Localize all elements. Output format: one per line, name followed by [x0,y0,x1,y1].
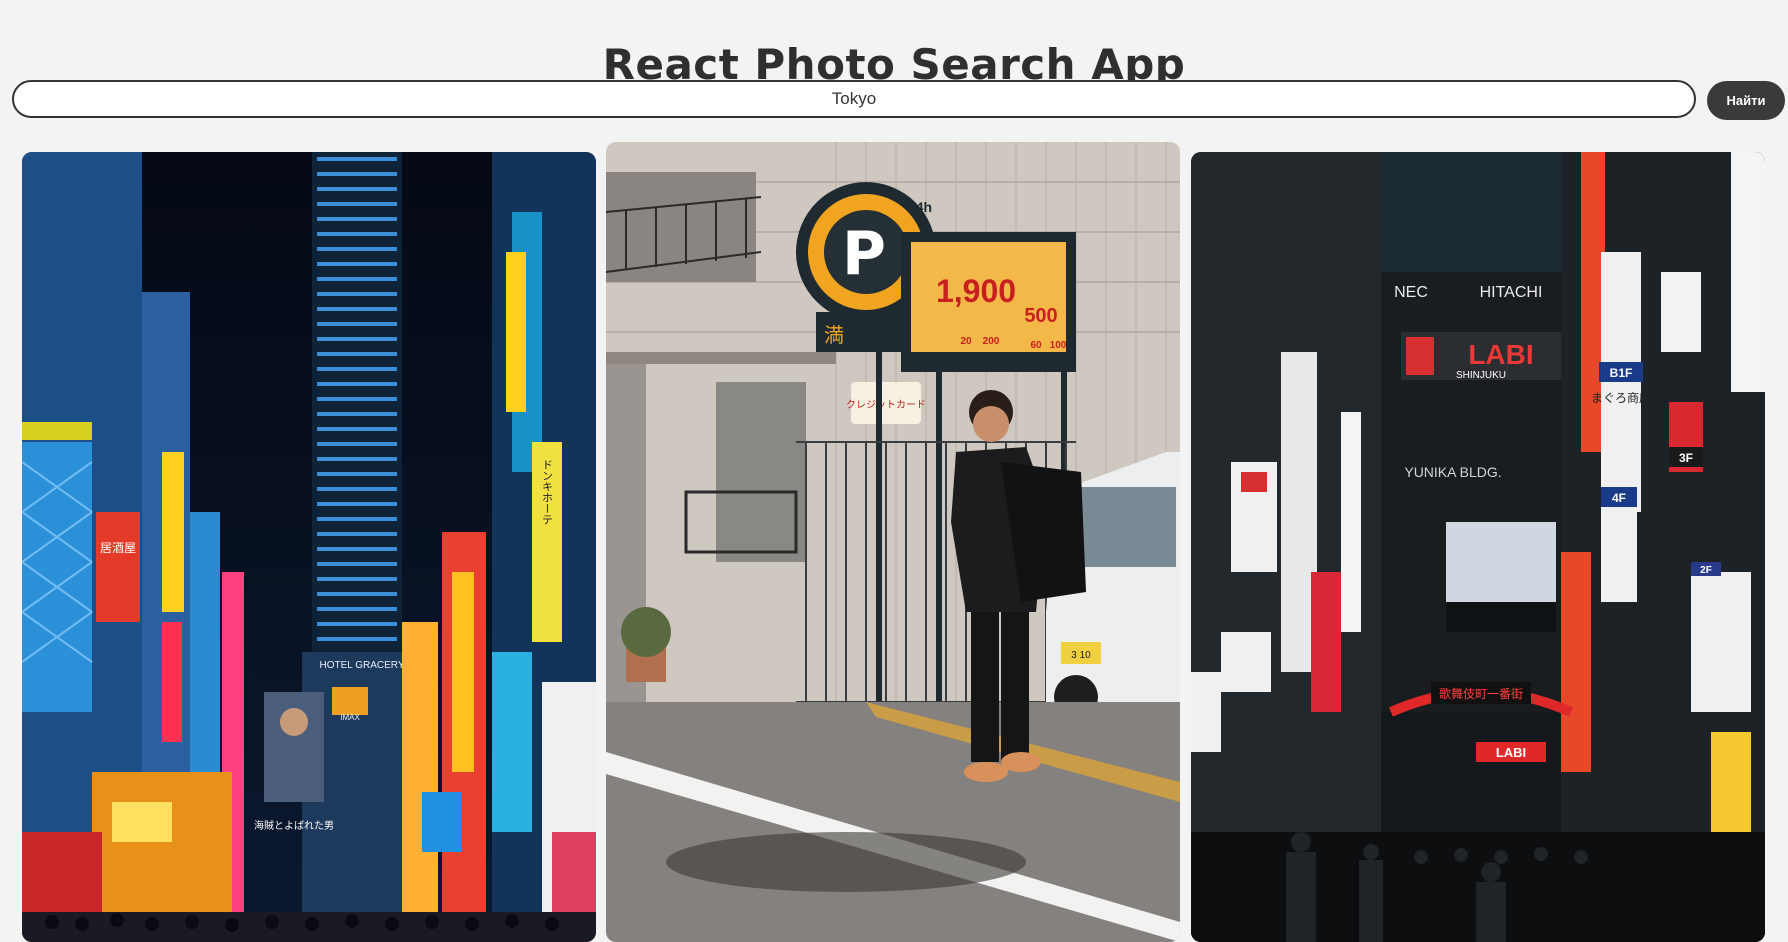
sign-b1f: B1F [1610,366,1633,380]
sign-izakaya: 居酒屋 [100,541,136,555]
photo-card-kabukicho[interactable]: NEC HITACHI LABI SHINJUKU YUNIKA BLDG. ま… [1191,152,1765,942]
search-button[interactable]: Найти [1707,81,1785,120]
sign-yunika: YUNIKA BLDG. [1404,464,1501,480]
sign-parking-p: P [842,219,886,289]
photo-image: NEC HITACHI LABI SHINJUKU YUNIKA BLDG. ま… [1191,152,1765,942]
sign-nec: NEC [1394,284,1428,301]
sign-4f: 4F [1612,491,1626,505]
sign-price-20: 20 [960,336,972,347]
sign-labi-small: LABI [1496,745,1526,760]
sign-kabukicho-arch: 歌舞伎町一番街 [1439,686,1523,701]
photo-card-parking-street[interactable]: P 24h 満 1,900 500 20 200 60 100 クレジットカード [606,142,1180,942]
sign-maguro: まぐろ商店 [1591,390,1651,405]
sign-shinjuku: SHINJUKU [1456,370,1506,381]
search-input[interactable] [12,80,1696,118]
sign-credit-card: クレジットカード [846,399,926,411]
photo-image: HOTEL GRACERY IMAX 海賊とよばれた男 居酒屋 ドンキホーテ [22,152,596,942]
sign-price-100: 100 [1050,340,1067,351]
photo-image: P 24h 満 1,900 500 20 200 60 100 クレジットカード [606,142,1180,942]
sign-imax: IMAX [340,713,360,722]
sign-man: 満 [824,323,844,347]
sign-hotel-gracery: HOTEL GRACERY [319,660,404,671]
sign-hitachi: HITACHI [1480,284,1543,301]
sign-24h: 24h [908,199,932,215]
photo-card-shinjuku-night[interactable]: HOTEL GRACERY IMAX 海賊とよばれた男 居酒屋 ドンキホーテ [22,152,596,942]
sign-3f: 3F [1679,451,1693,465]
sign-price-200: 200 [983,336,1000,347]
sign-labi: LABI [1468,339,1533,370]
sign-price-1900: 1,900 [936,273,1016,309]
sign-price-60: 60 [1030,340,1042,351]
sign-2f: 2F [1700,565,1712,576]
sign-price-500: 500 [1024,305,1057,327]
sign-donki: ドンキホーテ [541,459,554,525]
sign-movie: 海賊とよばれた男 [254,819,334,832]
sign-license-plate: 3 10 [1071,650,1091,661]
